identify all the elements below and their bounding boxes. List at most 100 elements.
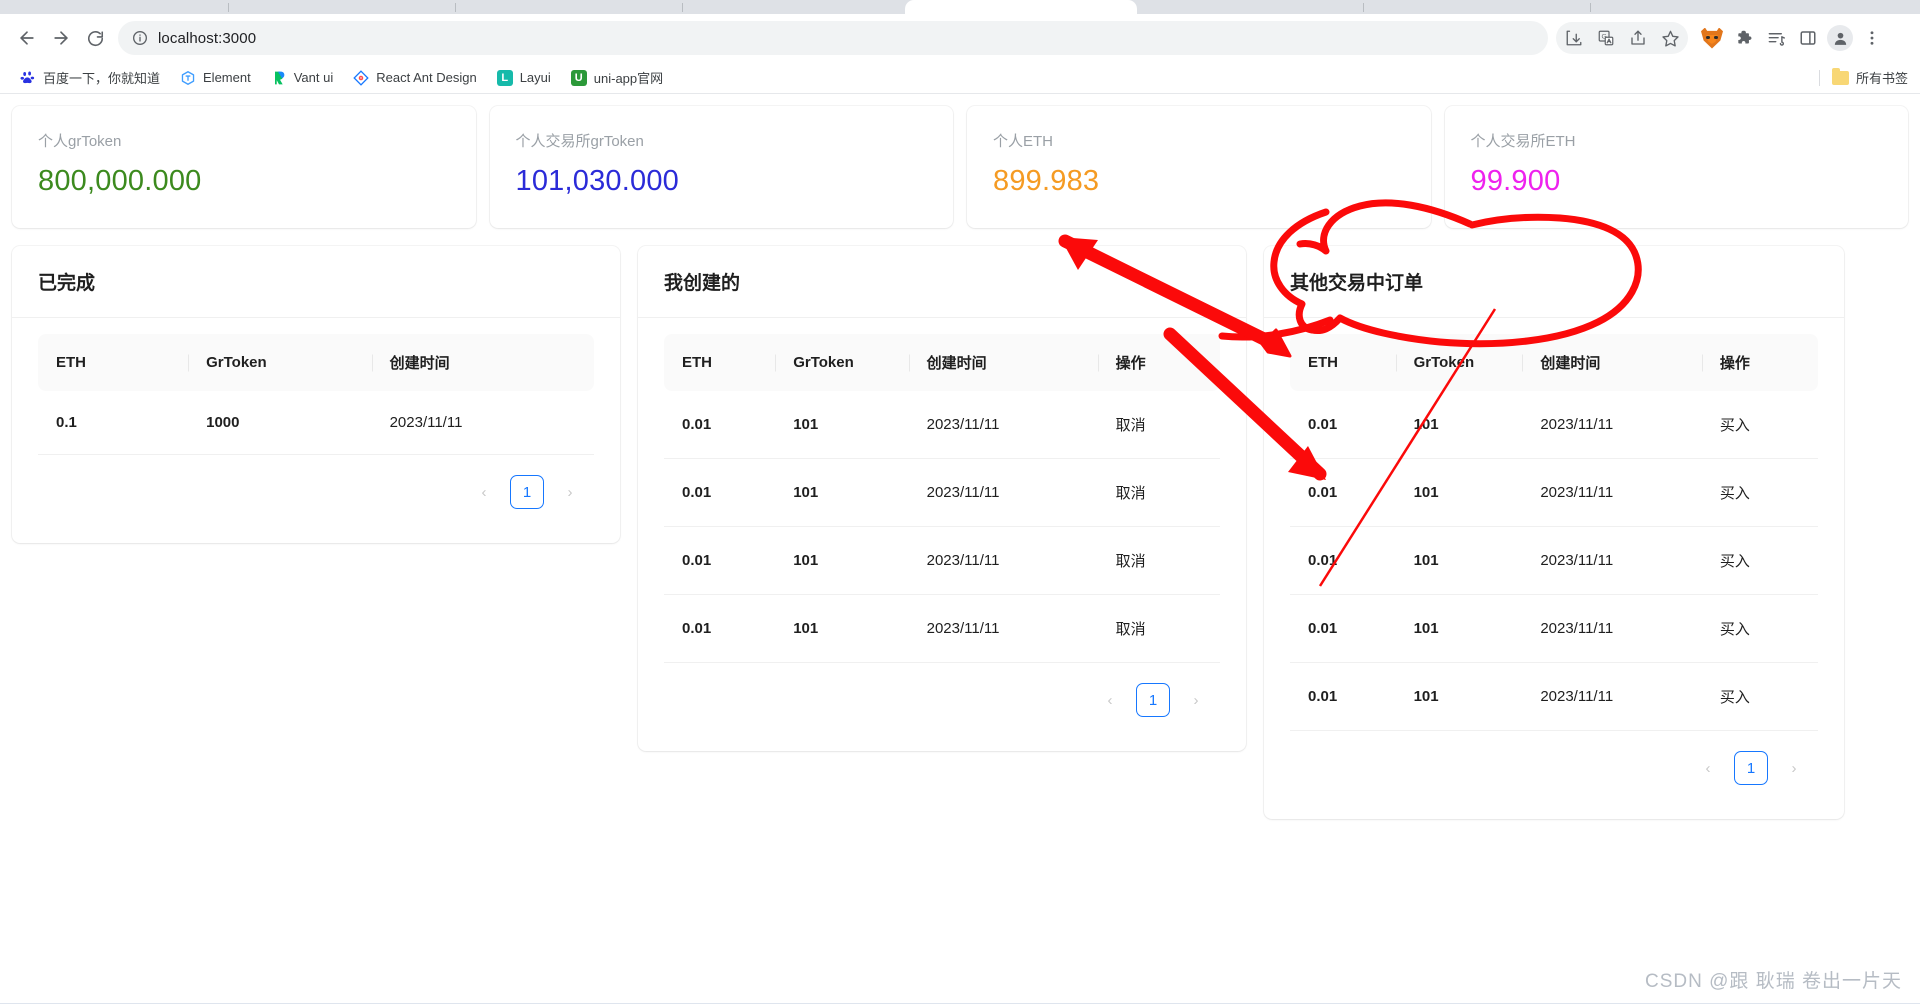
cancel-order-button[interactable]: 取消 <box>1097 458 1220 527</box>
bookmark-star-icon[interactable] <box>1654 22 1686 54</box>
browser-tab-inactive[interactable] <box>1137 0 1920 14</box>
buy-order-button[interactable]: 买入 <box>1701 458 1818 527</box>
table-row[interactable]: 0.01 101 2023/11/11 取消 <box>664 594 1220 663</box>
buy-order-button[interactable]: 买入 <box>1701 662 1818 731</box>
bookmark-label: Vant ui <box>293 70 334 85</box>
bookmark-item-layui[interactable]: L Layui <box>489 66 559 90</box>
translate-icon[interactable]: G <box>1590 22 1622 54</box>
cell-grtoken: 101 <box>775 458 909 527</box>
stat-card-label: 个人交易所grToken <box>515 133 644 150</box>
share-icon[interactable] <box>1622 22 1654 54</box>
pagination-prev-icon[interactable]: ‹ <box>468 476 500 508</box>
column-header-created-time[interactable]: 创建时间 <box>908 334 1098 391</box>
buy-order-button[interactable]: 买入 <box>1701 391 1818 459</box>
my-created-orders-table: ETH GrToken 创建时间 操作 0.01 101 2023/11/11 … <box>664 334 1220 663</box>
stat-card-value: 99.900 <box>1470 165 1561 197</box>
extensions-puzzle-icon[interactable] <box>1728 22 1760 54</box>
table-row[interactable]: 0.01 101 2023/11/11 买入 <box>1290 594 1818 663</box>
cell-created-time: 2023/11/11 <box>371 391 594 455</box>
browser-tab-strip[interactable] <box>0 0 1920 14</box>
table-row[interactable]: 0.01 101 2023/11/11 买入 <box>1290 391 1818 459</box>
cell-eth: 0.1 <box>38 391 189 455</box>
column-header-grtoken[interactable]: GrToken <box>188 334 372 391</box>
bookmark-item-uniapp[interactable]: U uni-app官网 <box>563 66 671 90</box>
metamask-fox-glyph <box>1701 27 1723 49</box>
cell-grtoken: 101 <box>775 594 909 663</box>
avatar <box>1827 25 1853 51</box>
profile-avatar-icon[interactable] <box>1824 22 1856 54</box>
cancel-order-button[interactable]: 取消 <box>1097 594 1220 663</box>
reading-list-icon[interactable] <box>1760 22 1792 54</box>
pagination-prev-icon[interactable]: ‹ <box>1094 684 1126 716</box>
buy-order-button[interactable]: 买入 <box>1701 526 1818 595</box>
pagination-next-icon[interactable]: › <box>1180 684 1212 716</box>
column-header-eth[interactable]: ETH <box>38 334 189 391</box>
table-header-row: ETH GrToken 创建时间 操作 <box>1290 334 1818 391</box>
all-bookmarks-label: 所有书签 <box>1855 71 1908 86</box>
pagination-next-icon[interactable]: › <box>1778 752 1810 784</box>
browser-tab-inactive[interactable] <box>0 0 905 14</box>
back-button[interactable] <box>10 21 44 55</box>
table-row[interactable]: 0.01 101 2023/11/11 取消 <box>664 458 1220 527</box>
three-dot-menu-icon[interactable] <box>1856 22 1888 54</box>
table-row[interactable]: 0.1 1000 2023/11/11 <box>38 391 594 455</box>
downloads-icon[interactable] <box>1558 22 1590 54</box>
bookmark-label: Element <box>203 70 251 85</box>
tab-separator <box>1363 3 1364 12</box>
other-orders-table: ETH GrToken 创建时间 操作 0.01 101 2023/11/11 … <box>1290 334 1818 731</box>
all-bookmarks-button[interactable]: 所有书签 <box>1818 67 1908 87</box>
stat-card-label: 个人ETH <box>993 133 1054 150</box>
side-panel-icon[interactable] <box>1792 22 1824 54</box>
bookmark-divider <box>1818 69 1820 86</box>
pagination-page-1[interactable]: 1 <box>510 475 544 509</box>
bookmark-item-vant[interactable]: Vant ui <box>263 66 342 90</box>
cell-created-time: 2023/11/11 <box>1522 458 1702 527</box>
pagination-prev-icon[interactable]: ‹ <box>1692 752 1724 784</box>
stat-card-value: 899.983 <box>993 165 1100 197</box>
column-header-eth[interactable]: ETH <box>664 334 776 391</box>
reload-button[interactable] <box>78 21 112 55</box>
table-row[interactable]: 0.01 101 2023/11/11 买入 <box>1290 526 1818 595</box>
tab-separator <box>682 3 683 12</box>
column-header-action[interactable]: 操作 <box>1701 334 1818 391</box>
bookmark-item-element[interactable]: Element <box>172 66 259 90</box>
pagination-page-1[interactable]: 1 <box>1734 751 1768 785</box>
bookmark-item-react-ant-design[interactable]: React Ant Design <box>345 66 484 90</box>
bookmark-label: uni-app官网 <box>593 71 664 86</box>
cancel-order-button[interactable]: 取消 <box>1097 391 1220 459</box>
bookmark-item-baidu[interactable]: 百度一下，你就知道 <box>12 66 168 90</box>
table-row[interactable]: 0.01 101 2023/11/11 买入 <box>1290 662 1818 731</box>
forward-button[interactable] <box>44 21 78 55</box>
column-header-created-time[interactable]: 创建时间 <box>371 334 594 391</box>
bookmark-label: React Ant Design <box>376 70 477 85</box>
cell-eth: 0.01 <box>664 391 776 459</box>
cancel-order-button[interactable]: 取消 <box>1097 526 1220 595</box>
cell-eth: 0.01 <box>664 594 776 663</box>
column-header-grtoken[interactable]: GrToken <box>1395 334 1523 391</box>
info-circle-icon[interactable] <box>132 30 148 46</box>
column-header-grtoken[interactable]: GrToken <box>775 334 909 391</box>
table-row[interactable]: 0.01 101 2023/11/11 取消 <box>664 526 1220 595</box>
buy-order-button[interactable]: 买入 <box>1701 594 1818 663</box>
cell-created-time: 2023/11/11 <box>908 594 1098 663</box>
stat-card-label: 个人交易所ETH <box>1470 133 1576 150</box>
column-header-eth[interactable]: ETH <box>1290 334 1396 391</box>
metamask-fox-icon[interactable] <box>1696 22 1728 54</box>
cell-grtoken: 1000 <box>188 391 372 455</box>
stat-card-personal-grtoken: 个人grToken 800,000.000 <box>12 106 476 228</box>
cell-eth: 0.01 <box>1290 391 1396 459</box>
pagination-page-1[interactable]: 1 <box>1136 683 1170 717</box>
stat-card-label: 个人grToken <box>38 133 122 150</box>
address-bar-url: localhost:3000 <box>158 29 257 47</box>
cell-eth: 0.01 <box>664 526 776 595</box>
browser-tab-active[interactable] <box>905 0 1137 14</box>
toolbar-icons: G <box>1556 22 1888 54</box>
column-header-created-time[interactable]: 创建时间 <box>1522 334 1702 391</box>
stat-card-value: 101,030.000 <box>515 165 679 197</box>
table-row[interactable]: 0.01 101 2023/11/11 买入 <box>1290 458 1818 527</box>
pagination-next-icon[interactable]: › <box>554 476 586 508</box>
table-row[interactable]: 0.01 101 2023/11/11 取消 <box>664 391 1220 459</box>
address-bar[interactable]: localhost:3000 <box>118 21 1548 55</box>
tab-separator <box>1590 3 1591 12</box>
column-header-action[interactable]: 操作 <box>1097 334 1220 391</box>
